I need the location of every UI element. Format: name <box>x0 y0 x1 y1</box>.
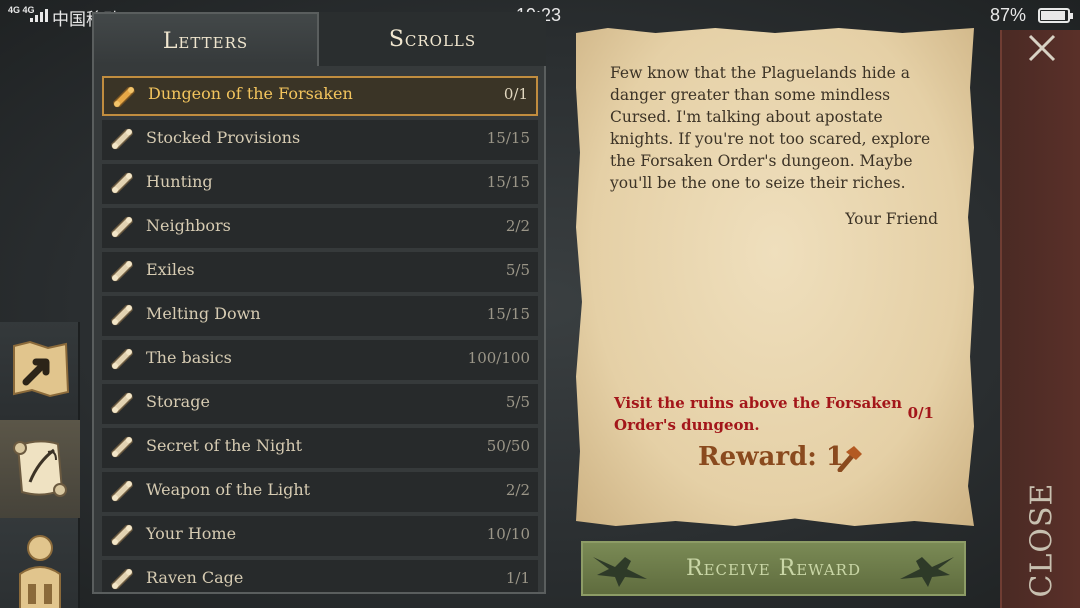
list-item-title: The basics <box>146 348 232 367</box>
list-item-title: Dungeon of the Forsaken <box>148 84 353 103</box>
scroll-icon <box>113 86 135 108</box>
scroll-icon <box>111 480 133 502</box>
scroll-icon <box>111 436 133 458</box>
nav-map-button[interactable] <box>0 322 80 420</box>
list-item-count: 5/5 <box>505 261 530 279</box>
list-item[interactable]: The basics 100/100 <box>102 340 538 380</box>
list-item[interactable]: Stocked Provisions 15/15 <box>102 120 538 160</box>
list-item[interactable]: Secret of the Night 50/50 <box>102 428 538 468</box>
scroll-icon <box>111 216 133 238</box>
list-item-count: 10/10 <box>486 525 530 543</box>
tab-letters[interactable]: Letters <box>92 12 319 68</box>
nav-letters-button[interactable] <box>0 420 80 518</box>
list-item-count: 50/50 <box>486 437 530 455</box>
letter-scroll-icon <box>13 440 67 497</box>
list-item[interactable]: Storage 5/5 <box>102 384 538 424</box>
list-item[interactable]: Exiles 5/5 <box>102 252 538 292</box>
list-item-title: Your Home <box>146 524 237 543</box>
list-item[interactable]: Hunting 15/15 <box>102 164 538 204</box>
list-item-count: 2/2 <box>505 217 530 235</box>
list-item[interactable]: Weapon of the Light 2/2 <box>102 472 538 512</box>
scroll-icon <box>111 348 133 370</box>
list-item-title: Exiles <box>146 260 195 279</box>
scroll-icon <box>111 260 133 282</box>
letter-body: Few know that the Plaguelands hide a dan… <box>610 64 931 192</box>
quest-objective: Visit the ruins above the Forsaken Order… <box>614 394 903 434</box>
scroll-icon <box>111 128 133 150</box>
list-item-count: 15/15 <box>486 173 530 191</box>
list-item-title: Weapon of the Light <box>146 480 311 499</box>
nav-character-button[interactable] <box>0 518 80 608</box>
side-nav <box>0 30 80 608</box>
list-item-count: 0/1 <box>503 85 528 103</box>
list-item-count: 5/5 <box>505 393 530 411</box>
list-item[interactable]: Dungeon of the Forsaken 0/1 <box>102 76 538 116</box>
list-item-count: 15/15 <box>486 305 530 323</box>
battery-icon <box>1038 8 1073 23</box>
list-item-title: Storage <box>146 392 210 411</box>
close-button[interactable]: CLOSE <box>1025 483 1060 598</box>
list-item[interactable]: Raven Cage 1/1 <box>102 560 538 592</box>
close-icon[interactable] <box>1024 30 1060 66</box>
list-item-title: Neighbors <box>146 216 231 235</box>
reward-label: Reward: 1 <box>698 442 844 472</box>
list-item-title: Melting Down <box>146 304 261 323</box>
tab-scrolls[interactable]: Scrolls <box>319 12 546 68</box>
raven-icon <box>900 557 954 587</box>
battery-percent: 87% <box>990 5 1027 25</box>
list-item-title: Secret of the Night <box>146 436 303 455</box>
list-item[interactable]: Your Home 10/10 <box>102 516 538 556</box>
list-item-title: Stocked Provisions <box>146 128 301 147</box>
list-item[interactable]: Neighbors 2/2 <box>102 208 538 248</box>
map-icon <box>13 340 70 398</box>
scroll-icon <box>111 172 133 194</box>
scroll-icon <box>111 304 133 326</box>
signal-icon <box>30 8 48 22</box>
tab-bar: Letters Scrolls <box>92 12 546 68</box>
scroll-icon <box>111 524 133 546</box>
list-item-count: 2/2 <box>505 481 530 499</box>
list-item-title: Hunting <box>146 172 213 191</box>
letters-list[interactable]: Dungeon of the Forsaken 0/1 Stocked Prov… <box>92 66 546 594</box>
scroll-icon <box>111 568 133 590</box>
list-item[interactable]: Melting Down 15/15 <box>102 296 538 336</box>
letter-signature: Your Friend <box>845 210 938 228</box>
character-icon <box>19 535 61 608</box>
hammer-icon <box>837 446 862 472</box>
close-panel[interactable]: CLOSE <box>1000 30 1080 608</box>
list-item-count: 1/1 <box>505 569 530 587</box>
list-item-count: 100/100 <box>467 349 530 367</box>
scroll-icon <box>111 392 133 414</box>
list-item-count: 15/15 <box>486 129 530 147</box>
list-item-title: Raven Cage <box>146 568 244 587</box>
quest-objective-count: 0/1 <box>907 404 934 422</box>
receive-reward-button[interactable]: Receive Reward <box>581 541 966 596</box>
letter-parchment: Few know that the Plaguelands hide a dan… <box>576 28 974 526</box>
